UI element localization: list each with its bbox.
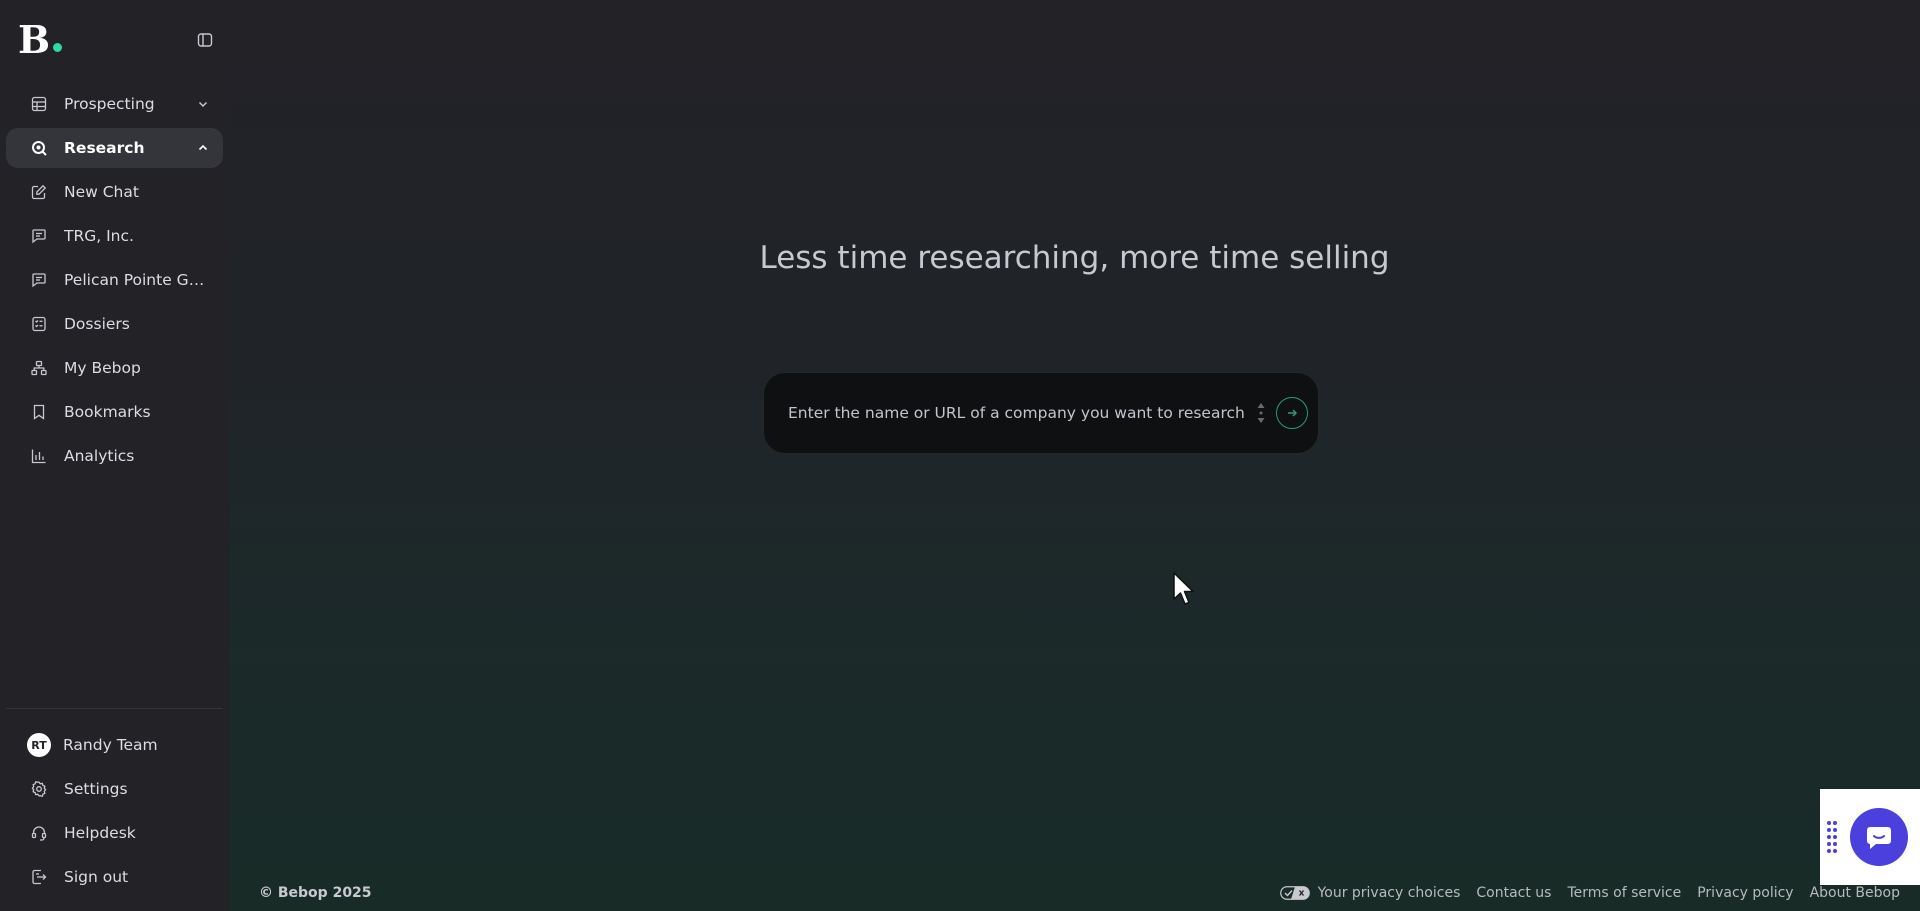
org-chart-icon [30, 359, 48, 377]
privacy-policy-link[interactable]: Privacy policy [1697, 885, 1793, 901]
sidebar-item-settings[interactable]: Settings [6, 769, 223, 809]
chat-icon [30, 271, 48, 289]
footer-links: Your privacy choices Contact us Terms of… [1279, 885, 1900, 901]
sidebar-item-trg-inc[interactable]: TRG, Inc. [6, 216, 223, 256]
sidebar-item-my-bebop[interactable]: My Bebop [6, 348, 223, 388]
sidebar-item-analytics[interactable]: Analytics [6, 436, 223, 476]
copyright-text: © Bebop 2025 [259, 885, 372, 901]
sidebar-item-label: Research [64, 139, 145, 157]
about-bebop-link[interactable]: About Bebop [1810, 885, 1900, 901]
contact-us-link[interactable]: Contact us [1476, 885, 1551, 901]
collapse-sidebar-button[interactable] [193, 28, 217, 52]
bookmark-icon [30, 403, 48, 421]
sidebar-item-user-profile[interactable]: RT Randy Team [6, 725, 223, 765]
edit-icon [30, 183, 48, 201]
sidebar: B Prospecting Research New Chat TRG, Inc… [0, 0, 229, 911]
chevron-down-icon [195, 96, 211, 112]
sign-out-icon [30, 868, 48, 886]
sidebar-item-bookmarks[interactable]: Bookmarks [6, 392, 223, 432]
sidebar-nav: Prospecting Research New Chat TRG, Inc. … [6, 84, 223, 476]
sidebar-item-dossiers[interactable]: Dossiers [6, 304, 223, 344]
avatar: RT [27, 733, 51, 757]
sidebar-item-label: Settings [64, 780, 128, 798]
sidebar-header: B [6, 0, 223, 80]
logo-letter: B [18, 17, 51, 62]
sidebar-item-label: Sign out [64, 868, 129, 886]
submit-search-button[interactable] [1276, 397, 1308, 429]
table-icon [30, 95, 48, 113]
sidebar-item-label: My Bebop [64, 359, 141, 377]
sort-arrows-icon [1257, 403, 1265, 423]
privacy-toggle-icon [1279, 886, 1310, 900]
sidebar-item-research[interactable]: Research [6, 128, 223, 168]
sidebar-item-label: Pelican Pointe Golf ... [64, 271, 211, 289]
sidebar-toggle-icon [197, 33, 213, 47]
app-root: B Prospecting Research New Chat TRG, Inc… [0, 0, 1920, 911]
sidebar-item-label: Dossiers [64, 315, 130, 333]
terms-of-service-link[interactable]: Terms of service [1567, 885, 1681, 901]
company-search-input[interactable] [788, 404, 1246, 422]
gear-icon [30, 780, 48, 798]
search-icon [30, 139, 48, 157]
document-icon [30, 315, 48, 333]
chevron-up-icon [195, 140, 211, 156]
drag-handle-icon[interactable] [1826, 817, 1838, 857]
sidebar-item-label: Bookmarks [64, 403, 151, 421]
main-content: Less time researching, more time selling… [229, 0, 1920, 911]
sidebar-item-sign-out[interactable]: Sign out [6, 857, 223, 897]
privacy-choices-label: Your privacy choices [1317, 885, 1461, 901]
chat-icon [30, 227, 48, 245]
sidebar-item-helpdesk[interactable]: Helpdesk [6, 813, 223, 853]
sidebar-footer: RT Randy Team Settings Helpdesk Sign out [6, 708, 223, 911]
page-footer: © Bebop 2025 Your privacy choices Contac… [259, 885, 1900, 901]
chat-widget [1820, 789, 1920, 885]
search-mode-toggle[interactable] [1254, 399, 1268, 427]
sidebar-item-label: Analytics [64, 447, 135, 465]
privacy-choices-link[interactable]: Your privacy choices [1279, 885, 1461, 901]
sidebar-item-pelican-pointe[interactable]: Pelican Pointe Golf ... [6, 260, 223, 300]
sidebar-item-label: Prospecting [64, 95, 155, 113]
bar-chart-icon [30, 447, 48, 465]
research-search-box [763, 372, 1319, 454]
page-title: Less time researching, more time selling [759, 240, 1390, 276]
chat-bubble-icon [1867, 827, 1891, 849]
user-name: Randy Team [63, 736, 158, 754]
sidebar-item-prospecting[interactable]: Prospecting [6, 84, 223, 124]
sidebar-item-label: TRG, Inc. [64, 227, 134, 245]
open-chat-button[interactable] [1850, 808, 1908, 866]
sidebar-item-label: Helpdesk [64, 824, 136, 842]
sidebar-item-new-chat[interactable]: New Chat [6, 172, 223, 212]
bebop-logo[interactable]: B [18, 17, 63, 62]
logo-dot-icon [53, 43, 63, 52]
sidebar-item-label: New Chat [64, 183, 139, 201]
arrow-right-icon [1288, 409, 1298, 417]
headset-icon [30, 824, 48, 842]
